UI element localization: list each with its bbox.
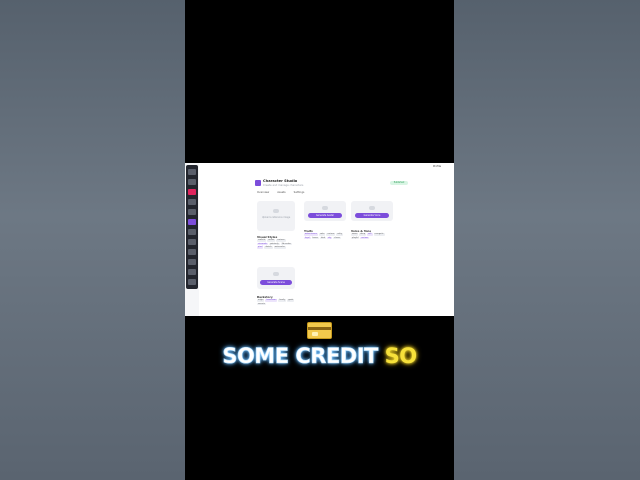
generate-voice-button[interactable]: Generate Voice [355,213,389,218]
tag[interactable]: realistic [257,239,267,242]
tag[interactable]: pixel [257,246,264,249]
tag[interactable]: goals [287,299,295,302]
user-label[interactable]: Profile [433,165,441,168]
visual-styles-tags: realistic anime cartoon cinematic painte… [257,239,297,249]
traits-tags: adventurous calm curious witty loyal bra… [304,233,346,240]
blurred-background-right [454,0,640,480]
toolbar: Overview Assets Settings [257,191,304,194]
caption-white-text: SOME CREDIT [222,344,379,369]
voice-tags: warm deep soft energetic playful serious [351,233,393,240]
backstory-tags: origin hometown family goals secrets [257,299,297,306]
tag[interactable]: cartoon [276,239,286,242]
tag[interactable]: adventurous [304,233,318,236]
tag[interactable]: secrets [257,302,266,306]
rail-item-logout[interactable] [188,279,196,285]
rail-item-home[interactable] [188,169,196,175]
tag[interactable]: painterly [269,242,280,246]
toolbar-tab-assets[interactable]: Assets [277,191,285,194]
toolbar-tab-settings[interactable]: Settings [294,191,305,194]
rail-item-explore[interactable] [188,199,196,205]
tag[interactable]: playful [351,236,360,240]
tag[interactable]: hometown [265,299,278,302]
image-icon [322,206,328,210]
tag[interactable]: anime [267,239,276,242]
tag[interactable]: family [278,299,287,302]
voice-card: Generate Voice [351,201,393,221]
upload-card[interactable]: Upload a reference image [257,201,295,231]
tag[interactable]: sketch [264,246,273,249]
tag[interactable]: cinematic [257,242,269,246]
rail-item-settings[interactable] [188,259,196,265]
rail-item-create[interactable] [188,209,196,215]
card-stripe [308,327,331,330]
rail-item-voice[interactable] [188,229,196,235]
page-title: Character Studio [263,179,298,183]
caption-yellow-text: SO [384,344,417,368]
tag[interactable]: calm [318,233,326,236]
tag[interactable]: shy [326,236,333,240]
app-logo [255,180,261,186]
tag[interactable]: kind [319,236,326,240]
blurred-background-left [0,0,185,480]
sidebar-rail [186,165,198,289]
rail-item-chat[interactable] [188,179,196,185]
rail-item-characters[interactable] [188,189,196,195]
tag[interactable]: origin [257,299,265,302]
tag[interactable]: watercolor [273,246,286,249]
rail-item-images[interactable] [188,219,196,225]
tag[interactable]: serious [360,236,370,240]
main-content: Character Studio Create and manage chara… [199,163,454,316]
toolbar-tab-overview[interactable]: Overview [257,191,269,194]
scene-card: Generate Scene [257,267,295,289]
tag[interactable]: soft [367,233,373,236]
rail-item-video[interactable] [188,239,196,245]
app-screenshot: Character Studio Create and manage chara… [185,163,454,316]
credit-card-icon [307,322,332,339]
avatar-card: Generate Avatar [304,201,346,221]
upload-icon [273,209,279,213]
voice-icon [369,206,375,210]
tag[interactable]: curious [326,233,336,236]
tag[interactable]: clever [333,236,342,240]
tag[interactable]: 3d render [280,242,292,246]
tag[interactable]: witty [336,233,344,236]
rail-item-help[interactable] [188,269,196,275]
video-frame: Character Studio Create and manage chara… [185,0,454,480]
upload-hint: Upload a reference image [261,216,291,219]
tag[interactable]: warm [351,233,359,236]
scene-icon [273,272,279,276]
status-badge: Published [390,181,408,185]
page-subtitle: Create and manage characters [263,184,304,187]
tag[interactable]: deep [359,233,367,236]
rail-item-library[interactable] [188,249,196,255]
tag[interactable]: energetic [373,233,385,236]
generate-scene-button[interactable]: Generate Scene [260,280,292,285]
card-chip [312,332,318,336]
tag[interactable]: loyal [304,236,311,240]
generate-avatar-button[interactable]: Generate Avatar [308,213,342,218]
tag[interactable]: brave [311,236,319,240]
video-caption: SOME CREDIT SO [185,344,454,369]
